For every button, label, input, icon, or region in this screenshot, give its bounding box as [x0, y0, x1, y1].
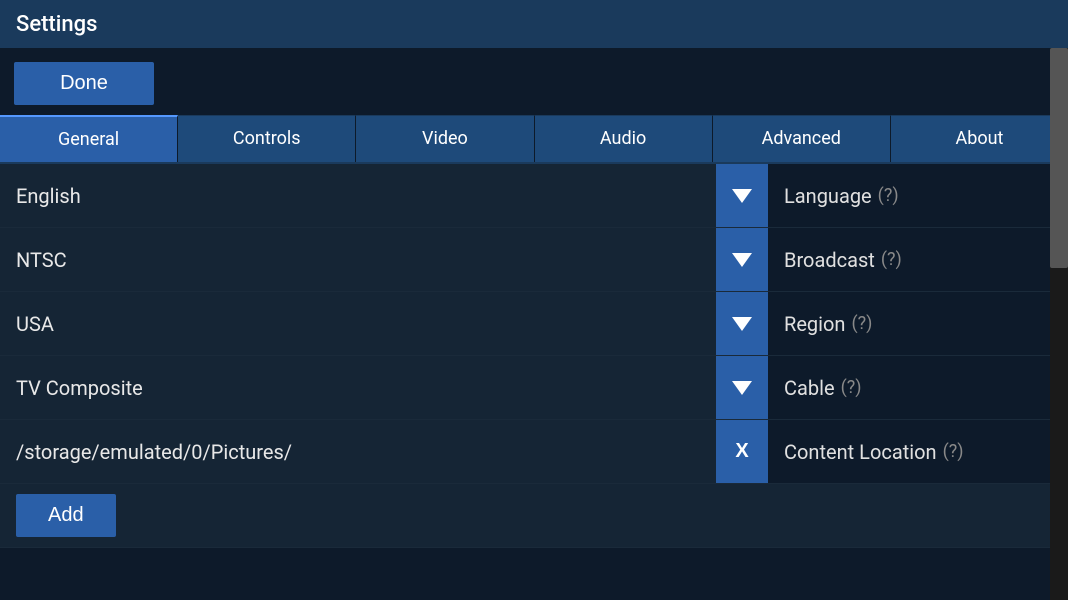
language-label: Language — [784, 184, 872, 208]
tab-video[interactable]: Video — [356, 115, 534, 162]
content-location-value-cell: /storage/emulated/0/Pictures/ — [0, 420, 716, 483]
setting-row-region: USA Region (?) — [0, 292, 1068, 356]
tab-bar: General Controls Video Audio Advanced Ab… — [0, 115, 1068, 164]
broadcast-label: Broadcast — [784, 248, 875, 272]
setting-row-content-location: /storage/emulated/0/Pictures/ X Content … — [0, 420, 1068, 484]
dropdown-icon — [732, 317, 752, 331]
add-row-left: Add — [0, 484, 1068, 547]
language-help: (?) — [878, 185, 899, 206]
dropdown-icon — [732, 189, 752, 203]
tab-about[interactable]: About — [891, 115, 1068, 162]
broadcast-value: NTSC — [16, 248, 67, 272]
tab-controls[interactable]: Controls — [178, 115, 356, 162]
region-label-cell: Region (?) — [768, 292, 1068, 355]
dropdown-icon — [732, 253, 752, 267]
tab-advanced[interactable]: Advanced — [713, 115, 891, 162]
setting-row-cable: TV Composite Cable (?) — [0, 356, 1068, 420]
scrollbar-thumb[interactable] — [1050, 48, 1068, 268]
content-location-value: /storage/emulated/0/Pictures/ — [16, 440, 292, 464]
broadcast-help: (?) — [881, 249, 902, 270]
add-row: Add — [0, 484, 1068, 548]
content-location-label-cell: Content Location (?) — [768, 420, 1068, 483]
language-value: English — [16, 184, 81, 208]
region-value-cell: USA — [0, 292, 716, 355]
done-row: Done — [0, 48, 1068, 115]
tab-audio[interactable]: Audio — [535, 115, 713, 162]
region-value: USA — [16, 312, 54, 336]
x-icon: X — [735, 440, 748, 463]
content-location-help: (?) — [943, 441, 964, 462]
content-location-label: Content Location — [784, 440, 937, 464]
language-value-cell: English — [0, 164, 716, 227]
broadcast-label-cell: Broadcast (?) — [768, 228, 1068, 291]
region-dropdown-button[interactable] — [716, 292, 768, 355]
title-bar: Settings — [0, 0, 1068, 48]
language-label-cell: Language (?) — [768, 164, 1068, 227]
cable-value-cell: TV Composite — [0, 356, 716, 419]
setting-row-broadcast: NTSC Broadcast (?) — [0, 228, 1068, 292]
page-title: Settings — [16, 12, 97, 37]
cable-value: TV Composite — [16, 376, 143, 400]
cable-help: (?) — [841, 377, 862, 398]
cable-dropdown-button[interactable] — [716, 356, 768, 419]
dropdown-icon — [732, 381, 752, 395]
region-label: Region — [784, 312, 845, 336]
main-content: Done General Controls Video Audio Advanc… — [0, 48, 1068, 600]
cable-label-cell: Cable (?) — [768, 356, 1068, 419]
cable-label: Cable — [784, 376, 835, 400]
tab-general[interactable]: General — [0, 115, 178, 162]
broadcast-dropdown-button[interactable] — [716, 228, 768, 291]
content-location-clear-button[interactable]: X — [716, 420, 768, 483]
language-dropdown-button[interactable] — [716, 164, 768, 227]
region-help: (?) — [851, 313, 872, 334]
add-button[interactable]: Add — [16, 494, 116, 537]
broadcast-value-cell: NTSC — [0, 228, 716, 291]
settings-list: English Language (?) NTSC Broadcast (?) — [0, 164, 1068, 600]
setting-row-language: English Language (?) — [0, 164, 1068, 228]
done-button[interactable]: Done — [14, 62, 154, 105]
scrollbar[interactable] — [1050, 48, 1068, 600]
